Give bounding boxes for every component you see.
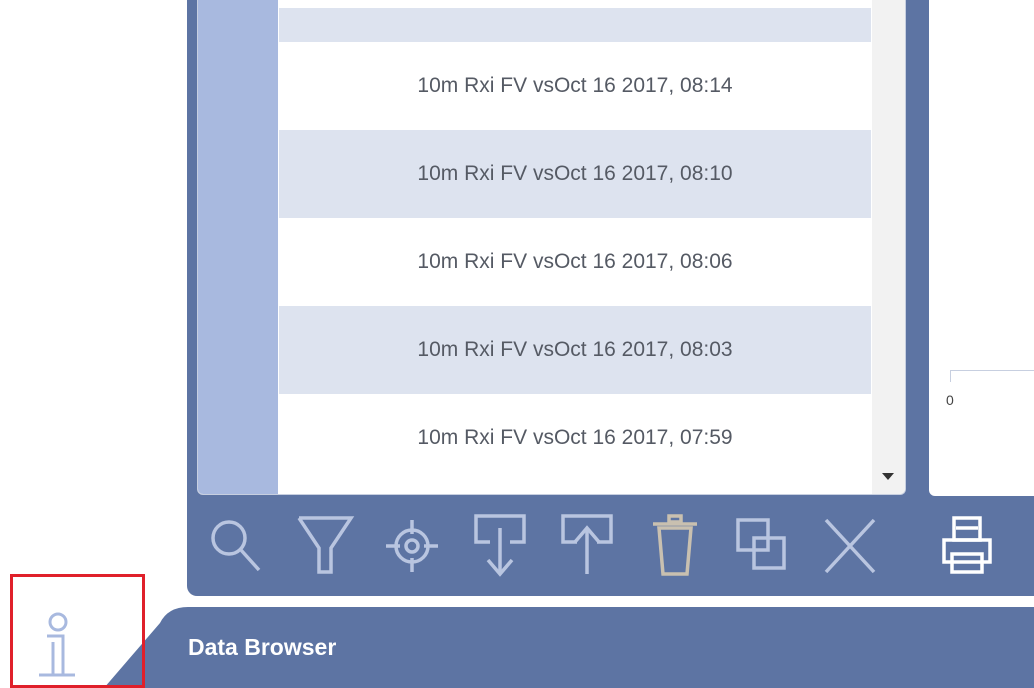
chart-tick-label: 0 <box>946 392 954 408</box>
info-button[interactable] <box>10 574 145 688</box>
list-item-label: 10m Rxi FV vsOct 16 2017, 08:06 <box>417 250 733 273</box>
list-item-label: 10m Rxi FV vsOct 16 2017, 08:10 <box>417 162 733 185</box>
list-item-label: 10m Rxi FV vsOct 16 2017, 08:03 <box>417 338 733 361</box>
import-icon[interactable] <box>470 508 530 582</box>
chart-area: 0 <box>929 0 1034 496</box>
trash-icon[interactable] <box>645 508 705 582</box>
list-item-label: 10m Rxi FV vsOct 16 2017, 08:14 <box>417 74 733 97</box>
page-title: Data Browser <box>188 634 337 660</box>
list-item[interactable]: 10m Rxi FV vsOct 16 2017, 08:03 <box>279 306 871 394</box>
list-item-partial[interactable] <box>279 8 871 42</box>
data-list[interactable]: 10m Rxi FV vsOct 16 2017, 08:14 10m Rxi … <box>197 0 906 495</box>
chart-axis-tick <box>950 370 951 382</box>
list-rows: 10m Rxi FV vsOct 16 2017, 08:14 10m Rxi … <box>279 8 871 482</box>
scroll-down-icon[interactable] <box>882 473 894 480</box>
close-icon[interactable] <box>820 508 880 582</box>
list-scrollbar[interactable] <box>872 0 905 494</box>
chart-axis <box>950 370 1034 371</box>
export-icon[interactable] <box>557 508 617 582</box>
target-icon[interactable] <box>382 508 442 582</box>
bottom-bar <box>0 607 1034 688</box>
search-icon[interactable] <box>205 508 265 582</box>
info-icon <box>39 612 75 677</box>
list-sidebar <box>198 0 278 494</box>
list-item[interactable]: 10m Rxi FV vsOct 16 2017, 07:59 <box>279 394 871 482</box>
list-item[interactable]: 10m Rxi FV vsOct 16 2017, 08:10 <box>279 130 871 218</box>
filter-icon[interactable] <box>295 508 355 582</box>
list-item[interactable]: 10m Rxi FV vsOct 16 2017, 08:14 <box>279 42 871 130</box>
list-item-label: 10m Rxi FV vsOct 16 2017, 07:59 <box>417 426 733 449</box>
copy-icon[interactable] <box>732 508 792 582</box>
settings-icon[interactable] <box>1028 508 1034 582</box>
print-icon[interactable] <box>938 508 998 582</box>
list-item[interactable]: 10m Rxi FV vsOct 16 2017, 08:06 <box>279 218 871 306</box>
